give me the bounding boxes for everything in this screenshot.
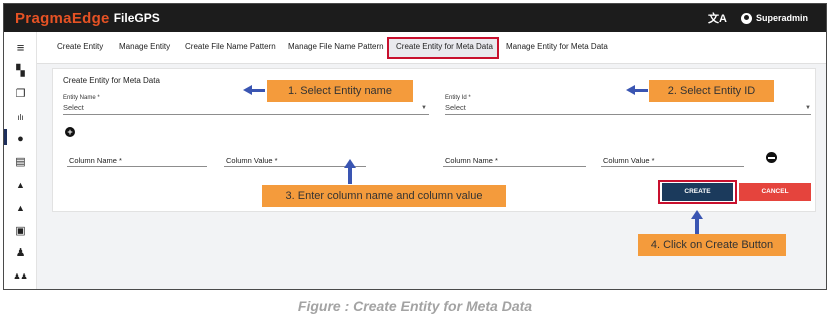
tab-manage-file-name-pattern[interactable]: Manage File Name Pattern [288, 42, 384, 51]
step1-arrow-tail [251, 89, 265, 92]
settings-box-icon[interactable]: ▣ [14, 225, 27, 238]
translate-icon[interactable]: 文A [708, 10, 727, 26]
product-name: FileGPS [113, 11, 160, 25]
user-settings-icon[interactable]: ♟ [14, 247, 27, 260]
step3-arrow-tail [348, 167, 352, 184]
app-screenshot-frame: PragmaEdge FileGPS 文A Superadmin ≡ ▚ ❐ ı… [3, 3, 827, 290]
form-title: Create Entity for Meta Data [63, 76, 160, 85]
step1-callout: 1. Select Entity name [267, 80, 413, 102]
account-icon[interactable]: ● [14, 133, 27, 146]
step2-arrow-tail [634, 89, 648, 92]
entity-id-select[interactable]: Select [445, 103, 466, 112]
tab-create-file-name-pattern[interactable]: Create File Name Pattern [185, 42, 276, 51]
sidebar-active-indicator [4, 129, 7, 145]
column-name-input-1[interactable] [67, 166, 207, 167]
sidebar: ≡ ▚ ❐ ılı ● ▤ ▲ ▲ ▣ ♟ ♟♟ [4, 32, 37, 289]
copy-icon[interactable]: ❐ [14, 88, 27, 101]
chevron-down-icon[interactable]: ▼ [421, 105, 427, 111]
chevron-down-icon[interactable]: ▼ [805, 105, 811, 111]
column-name-label-1: Column Name * [69, 156, 122, 165]
alert-icon[interactable]: ▲ [14, 179, 27, 192]
column-name-input-2[interactable] [443, 166, 586, 167]
dashboard-icon[interactable]: ▚ [14, 65, 27, 78]
tab-manage-entity-for-meta-data[interactable]: Manage Entity for Meta Data [506, 42, 608, 51]
column-value-label-1: Column Value * [226, 156, 278, 165]
column-value-input-2[interactable] [601, 166, 744, 167]
remove-row-icon[interactable] [766, 152, 777, 163]
tab-create-entity-for-meta-data[interactable]: Create Entity for Meta Data [396, 42, 493, 51]
bar-chart-icon[interactable]: ılı [14, 111, 27, 124]
tab-create-entity[interactable]: Create Entity [57, 42, 103, 51]
tab-bar: Create Entity Manage Entity Create File … [37, 32, 826, 64]
step4-arrow-tail [695, 218, 699, 234]
step4-callout: 4. Click on Create Button [638, 234, 786, 256]
notification-icon[interactable]: ▲ [14, 202, 27, 215]
document-icon[interactable]: ▤ [14, 156, 27, 169]
menu-icon[interactable]: ≡ [14, 41, 27, 54]
column-name-label-2: Column Name * [445, 156, 498, 165]
entity-name-label: Entity Name * [63, 95, 100, 101]
entity-id-underline [445, 114, 811, 115]
add-row-icon[interactable]: + [65, 127, 75, 137]
cancel-button[interactable]: CANCEL [739, 183, 811, 201]
create-button[interactable]: CREATE [662, 183, 733, 201]
group-icon[interactable]: ♟♟ [12, 270, 29, 283]
column-value-label-2: Column Value * [603, 156, 655, 165]
top-bar-actions: 文A Superadmin [708, 4, 808, 32]
account-circle-icon[interactable] [740, 12, 752, 24]
entity-id-label: Entity Id * [445, 95, 471, 101]
step2-callout: 2. Select Entity ID [649, 80, 774, 102]
tab-manage-entity[interactable]: Manage Entity [119, 42, 170, 51]
entity-name-select[interactable]: Select [63, 103, 84, 112]
figure-caption: Figure : Create Entity for Meta Data [297, 298, 533, 314]
entity-name-underline [63, 114, 429, 115]
step2-arrow-icon [626, 85, 635, 95]
step1-arrow-icon [243, 85, 252, 95]
step3-callout: 3. Enter column name and column value [262, 185, 506, 207]
user-name[interactable]: Superadmin [756, 13, 808, 23]
top-app-bar: PragmaEdge FileGPS 文A Superadmin [4, 4, 826, 32]
brand-logo: PragmaEdge [15, 9, 110, 27]
